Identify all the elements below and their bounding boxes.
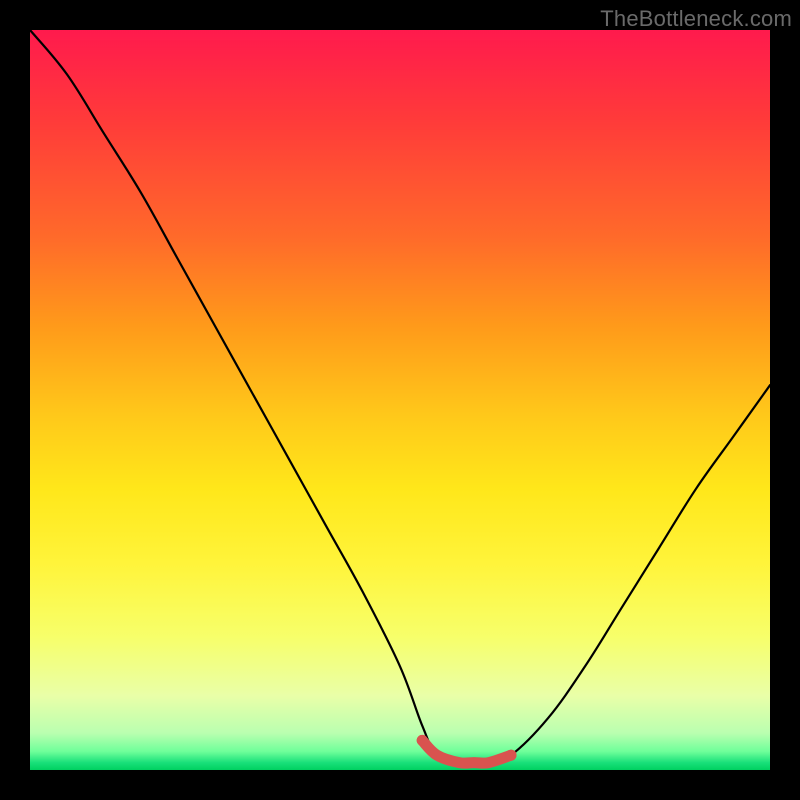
- chart-frame: TheBottleneck.com: [0, 0, 800, 800]
- watermark-text: TheBottleneck.com: [600, 6, 792, 32]
- highlight-end-dot: [506, 750, 517, 761]
- plot-area: [30, 30, 770, 770]
- curve-svg: [30, 30, 770, 770]
- highlight-start-dot: [417, 735, 428, 746]
- flat-highlight-path: [422, 740, 511, 763]
- bottleneck-curve-path: [30, 30, 770, 763]
